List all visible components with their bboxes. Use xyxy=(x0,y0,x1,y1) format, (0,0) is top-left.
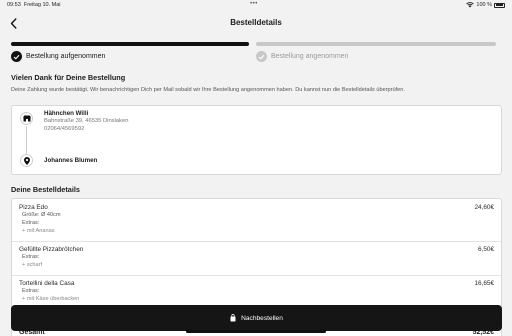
location-pin-icon xyxy=(20,154,33,167)
multitask-dots[interactable]: ••• xyxy=(250,1,258,7)
wifi-icon xyxy=(466,2,475,8)
check-circle-icon xyxy=(11,51,22,62)
item-extra: + scharf xyxy=(22,262,43,268)
restaurant-address: Bahnstraße 39, 46535 Dinslaken xyxy=(44,118,129,124)
status-right: 100 % xyxy=(466,2,505,8)
step-angenommen: Bestellung angenommen xyxy=(256,51,348,62)
list-item: Gefüllte Pizzabrötchen 6,50€ Extras: + s… xyxy=(12,246,501,276)
status-bar: 09:53 Freitag 10. Mai ••• 100 % xyxy=(0,0,512,11)
step-aufgenommen: Bestellung aufgenommen xyxy=(11,51,105,62)
nav-bar: Bestelldetails xyxy=(0,12,512,34)
thanks-heading: Vielen Dank für Deine Bestellung xyxy=(11,73,126,82)
battery-percent: 100 % xyxy=(476,2,492,8)
item-extra: + mit Käse überbacken xyxy=(22,296,80,302)
restaurant-icon xyxy=(20,112,33,125)
item-price: 16,65€ xyxy=(474,280,494,287)
item-price: 24,60€ xyxy=(474,204,494,211)
restaurant-name: Hähnchen Willi xyxy=(44,110,89,117)
item-price: 6,50€ xyxy=(478,246,494,253)
item-name: Gefüllte Pizzabrötchen xyxy=(19,246,84,253)
list-item: Pizza Edo 24,60€ Größe: Ø 40cm Extras: +… xyxy=(12,204,501,242)
customer-name: Johannes Blumen xyxy=(44,157,98,164)
item-extra: + mit Ananas xyxy=(22,228,55,234)
order-details-heading: Deine Bestelldetails xyxy=(11,185,80,194)
item-name: Tortellini della Casa xyxy=(19,280,75,287)
battery-icon xyxy=(494,2,505,8)
restaurant-phone[interactable]: 02064/4569592 xyxy=(44,126,84,132)
shopping-bag-icon xyxy=(230,314,236,322)
step1-label: Bestellung aufgenommen xyxy=(26,53,106,60)
progress-bar-step1 xyxy=(11,42,249,46)
reorder-label: Nachbestellen xyxy=(241,314,283,322)
item-size: Größe: Ø 40cm xyxy=(22,212,61,218)
check-circle-icon xyxy=(256,51,267,62)
item-name: Pizza Edo xyxy=(19,204,48,211)
delivery-card: Hähnchen Willi Bahnstraße 39, 46535 Dins… xyxy=(11,105,502,175)
status-time: 09:53 Freitag 10. Mai xyxy=(7,2,61,8)
item-extras-label: Extras: xyxy=(22,220,40,226)
reorder-button[interactable]: Nachbestellen xyxy=(11,305,502,331)
progress-bar-step2 xyxy=(256,42,496,46)
step2-label: Bestellung angenommen xyxy=(271,53,349,60)
route-line xyxy=(26,126,27,154)
item-extras-label: Extras: xyxy=(22,288,40,294)
page-title: Bestelldetails xyxy=(230,18,282,27)
thanks-description: Deine Zahlung wurde bestätigt. Wir benac… xyxy=(11,87,405,93)
home-indicator[interactable] xyxy=(186,330,326,333)
item-extras-label: Extras: xyxy=(22,254,40,260)
